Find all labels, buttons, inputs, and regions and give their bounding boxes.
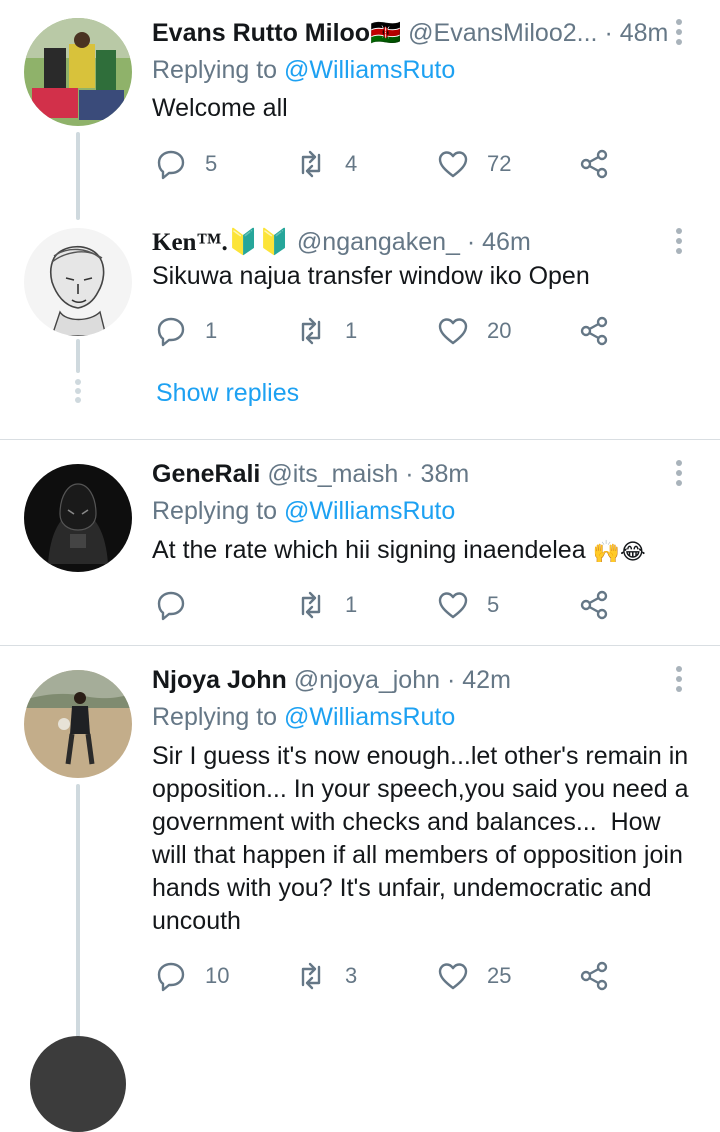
replying-to-handle[interactable]: @WilliamsRuto bbox=[284, 56, 455, 84]
tweet-actions: 1 5 bbox=[155, 587, 625, 623]
more-options-icon[interactable] bbox=[672, 460, 686, 490]
timestamp[interactable]: · 42m bbox=[447, 666, 511, 694]
share-icon bbox=[580, 961, 608, 991]
thread-dots bbox=[75, 379, 81, 406]
share-icon bbox=[580, 149, 608, 179]
tweet-text: Welcome all bbox=[152, 94, 288, 122]
user-handle[interactable]: @EvansMiloo2... bbox=[408, 19, 597, 47]
tweet-generali[interactable]: GeneRali @its_maish · 38m Replying to @W… bbox=[0, 440, 720, 645]
reply-count: 5 bbox=[205, 151, 218, 176]
avatar[interactable] bbox=[24, 464, 132, 572]
tweet-actions: 10 3 25 bbox=[155, 958, 625, 994]
share-button[interactable] bbox=[578, 146, 610, 182]
retweet-button[interactable]: 4 bbox=[295, 146, 357, 182]
like-count: 72 bbox=[487, 151, 512, 176]
display-name[interactable]: Njoya John bbox=[152, 666, 287, 694]
retweet-count: 1 bbox=[345, 318, 358, 343]
tweet-evans[interactable]: Evans Rutto Miloo🇰🇪 @EvansMiloo2... · 48… bbox=[0, 0, 720, 220]
more-options-icon[interactable] bbox=[672, 19, 686, 49]
tweet-actions: 1 1 20 bbox=[155, 313, 625, 349]
tweet-ken[interactable]: Ken™.🔰🔰 @ngangaken_ · 46m Sikuwa najua t… bbox=[0, 220, 720, 438]
replying-to-handle[interactable]: @WilliamsRuto bbox=[284, 497, 455, 525]
tweet-header: Njoya John @njoya_john · 42m bbox=[152, 663, 511, 697]
share-button[interactable] bbox=[578, 958, 610, 994]
reply-button[interactable]: 5 bbox=[155, 146, 217, 182]
reply-count: 1 bbox=[205, 318, 218, 343]
retweet-icon bbox=[301, 317, 321, 345]
heart-icon bbox=[438, 592, 468, 619]
timestamp[interactable]: · 46m bbox=[467, 228, 531, 256]
avatar[interactable] bbox=[24, 228, 132, 336]
like-count: 25 bbox=[487, 963, 512, 988]
reply-icon bbox=[157, 591, 185, 621]
retweet-icon bbox=[301, 591, 321, 619]
tweet-text: At the rate which hii signing inaendelea… bbox=[152, 534, 697, 568]
display-name[interactable]: Ken™.🔰🔰 bbox=[152, 229, 290, 256]
like-count: 5 bbox=[487, 592, 500, 617]
retweet-count: 3 bbox=[345, 963, 358, 988]
heart-icon bbox=[438, 318, 468, 345]
retweet-icon bbox=[301, 150, 321, 178]
avatar[interactable] bbox=[24, 18, 132, 126]
more-options-icon[interactable] bbox=[672, 228, 686, 258]
more-options-icon[interactable] bbox=[672, 666, 686, 696]
thread-line bbox=[76, 339, 80, 373]
display-name[interactable]: Evans Rutto Miloo🇰🇪 bbox=[152, 19, 401, 47]
next-tweet-avatar[interactable] bbox=[30, 1036, 126, 1132]
replying-to: Replying to @WilliamsRuto bbox=[152, 703, 456, 731]
reply-button[interactable]: 10 bbox=[155, 958, 229, 994]
reply-button[interactable]: 1 bbox=[155, 313, 217, 349]
tweet-actions: 5 4 72 bbox=[155, 146, 625, 182]
retweet-button[interactable]: 1 bbox=[295, 587, 357, 623]
share-icon bbox=[580, 590, 608, 620]
emoji: 🙌😂 bbox=[592, 538, 646, 564]
timestamp[interactable]: · 48m bbox=[604, 19, 668, 47]
heart-icon bbox=[438, 963, 468, 990]
reply-icon bbox=[157, 962, 185, 992]
like-button[interactable]: 5 bbox=[437, 587, 499, 623]
replying-to-handle[interactable]: @WilliamsRuto bbox=[284, 703, 455, 731]
retweet-button[interactable]: 1 bbox=[295, 313, 357, 349]
retweet-count: 4 bbox=[345, 151, 358, 176]
retweet-count: 1 bbox=[345, 592, 358, 617]
user-handle[interactable]: @njoya_john bbox=[294, 666, 440, 694]
share-button[interactable] bbox=[578, 587, 610, 623]
share-button[interactable] bbox=[578, 313, 610, 349]
reply-icon bbox=[157, 150, 185, 180]
share-icon bbox=[580, 316, 608, 346]
timestamp[interactable]: · 38m bbox=[405, 460, 469, 488]
thread-line bbox=[76, 784, 80, 1047]
replying-to: Replying to @WilliamsRuto bbox=[152, 497, 456, 525]
user-handle[interactable]: @its_maish bbox=[267, 460, 398, 488]
tweet-njoya[interactable]: Njoya John @njoya_john · 42m Replying to… bbox=[0, 646, 720, 1132]
like-button[interactable]: 25 bbox=[437, 958, 511, 994]
user-handle[interactable]: @ngangaken_ bbox=[297, 228, 460, 256]
retweet-button[interactable]: 3 bbox=[295, 958, 357, 994]
avatar[interactable] bbox=[24, 670, 132, 778]
reply-icon bbox=[157, 317, 185, 347]
like-count: 20 bbox=[487, 318, 512, 343]
thread-line bbox=[76, 132, 80, 220]
retweet-icon bbox=[301, 962, 321, 990]
tweet-text: Sir I guess it's now enough...let other'… bbox=[152, 742, 689, 935]
reply-count: 10 bbox=[205, 963, 230, 988]
reply-button[interactable] bbox=[155, 587, 205, 623]
tweet-text: Sikuwa najua transfer window iko Open bbox=[152, 262, 590, 290]
like-button[interactable]: 72 bbox=[437, 146, 511, 182]
like-button[interactable]: 20 bbox=[437, 313, 511, 349]
heart-icon bbox=[438, 151, 468, 178]
tweet-header: GeneRali @its_maish · 38m bbox=[152, 457, 469, 491]
replying-to: Replying to @WilliamsRuto bbox=[152, 56, 456, 84]
show-replies-link[interactable]: Show replies bbox=[156, 376, 299, 410]
tweet-header: Evans Rutto Miloo🇰🇪 @EvansMiloo2... · 48… bbox=[152, 16, 668, 50]
display-name[interactable]: GeneRali bbox=[152, 460, 260, 488]
tweet-header: Ken™.🔰🔰 @ngangaken_ · 46m bbox=[152, 225, 531, 259]
